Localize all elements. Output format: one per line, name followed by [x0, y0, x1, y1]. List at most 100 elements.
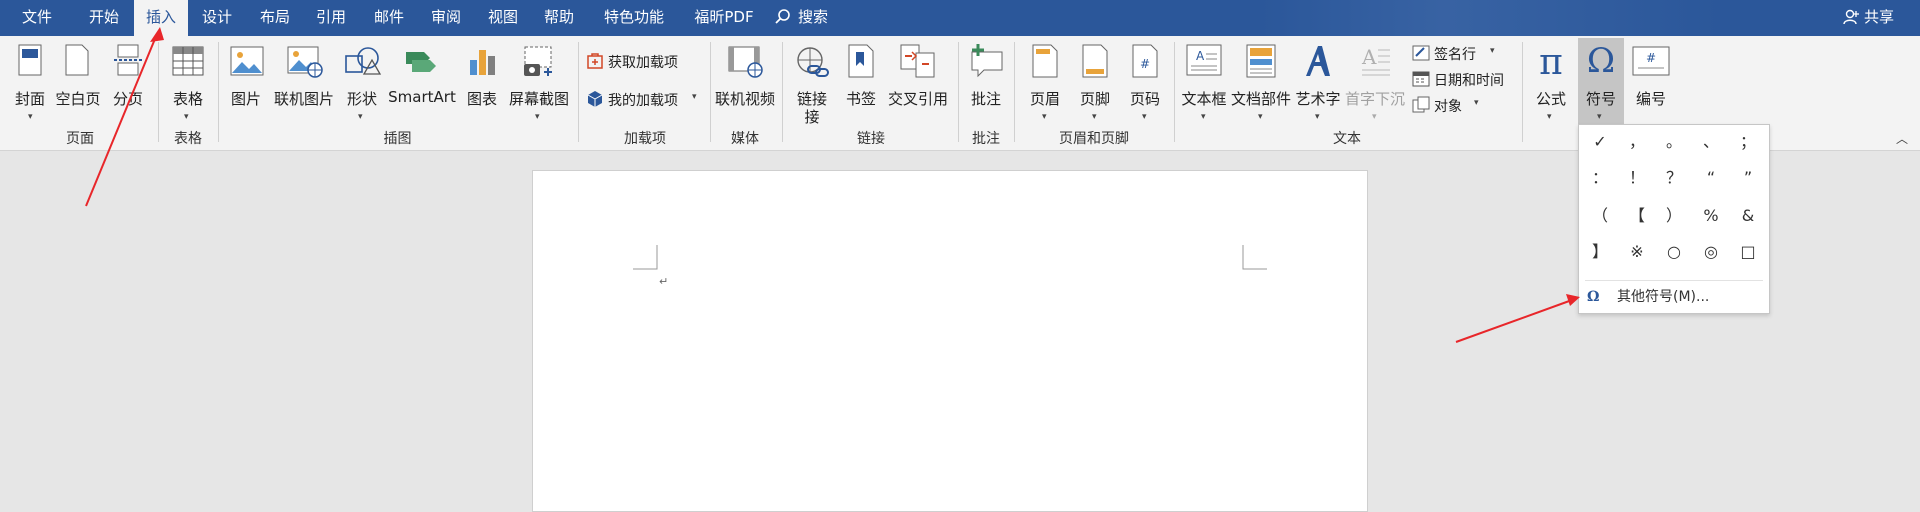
wordart-button[interactable]: 艺术字 ▾	[1294, 42, 1342, 122]
symbol-item[interactable]: ※	[1620, 237, 1654, 267]
symbol-item[interactable]: 【	[1620, 201, 1654, 231]
wordart-icon	[1306, 46, 1330, 76]
svg-text:π: π	[1539, 44, 1563, 78]
search-box[interactable]: 搜索	[770, 0, 870, 36]
symbol-item[interactable]: ✓	[1583, 127, 1617, 157]
quick-parts-button[interactable]: 文档部件 ▾	[1230, 42, 1292, 122]
footer-button[interactable]: 页脚 ▾	[1074, 42, 1116, 122]
page-break-icon	[114, 44, 142, 76]
symbol-item[interactable]: 】	[1583, 237, 1617, 267]
tab-review[interactable]: 审阅	[423, 0, 469, 36]
symbol-item[interactable]: ○	[1657, 237, 1691, 267]
online-video-icon	[728, 46, 763, 78]
margin-corner-top-right	[1242, 245, 1267, 270]
online-picture-button[interactable]: 联机图片	[272, 42, 336, 122]
tab-mailings[interactable]: 邮件	[366, 0, 412, 36]
symbol-item[interactable]: ！	[1620, 163, 1654, 193]
paragraph-mark: ↵	[659, 275, 669, 288]
symbol-item[interactable]: 。	[1657, 127, 1691, 157]
more-symbols-menu-item[interactable]: Ω 其他符号(M)...	[1585, 285, 1763, 309]
blank-page-label: 空白页	[55, 90, 101, 108]
tab-help[interactable]: 帮助	[536, 0, 582, 36]
svg-text:#: #	[1646, 51, 1656, 65]
cover-page-button[interactable]: 封面 ▾	[10, 42, 50, 122]
page-break-label: 分页	[112, 90, 143, 108]
tab-features[interactable]: 特色功能	[594, 0, 674, 36]
share-button[interactable]: 共享	[1836, 0, 1906, 36]
symbol-item[interactable]: ”	[1731, 163, 1765, 193]
smartart-button[interactable]: SmartArt	[386, 42, 458, 122]
chevron-down-icon: ▾	[1597, 112, 1602, 122]
search-label: 搜索	[798, 8, 829, 26]
group-divider	[578, 42, 579, 142]
symbol-button[interactable]: Ω 符号 ▾	[1578, 38, 1624, 126]
cross-reference-button[interactable]: 交叉引用	[884, 42, 952, 122]
symbol-item[interactable]: （	[1583, 201, 1617, 231]
group-divider	[218, 42, 219, 142]
page-number-label: 页码	[1129, 90, 1160, 108]
symbol-item[interactable]: ◎	[1694, 237, 1728, 267]
tab-design[interactable]: 设计	[194, 0, 240, 36]
screenshot-label: 屏幕截图	[508, 90, 569, 108]
chart-label: 图表	[466, 90, 497, 108]
table-button[interactable]: 表格 ▾	[166, 42, 210, 122]
group-divider	[1014, 42, 1015, 142]
symbol-item[interactable]: ：	[1583, 163, 1617, 193]
signature-line-button[interactable]: 签名行 ▾	[1412, 44, 1502, 64]
chart-button[interactable]: 图表	[462, 42, 502, 122]
tab-home[interactable]: 开始	[76, 0, 132, 36]
date-time-button[interactable]: 日期和时间	[1412, 70, 1516, 90]
drop-cap-icon: A	[1361, 45, 1390, 76]
document-page[interactable]: ↵	[532, 170, 1368, 512]
link-button[interactable]: 链接 接	[790, 42, 834, 128]
blank-page-button[interactable]: 空白页	[54, 42, 102, 122]
symbol-item[interactable]: ？	[1657, 163, 1691, 193]
online-video-label: 联机视频	[714, 90, 775, 108]
link-icon	[797, 47, 829, 77]
object-button[interactable]: 对象 ▾	[1412, 96, 1488, 116]
text-box-label: 文本框	[1181, 90, 1227, 108]
symbol-item[interactable]: &	[1731, 201, 1765, 231]
bookmark-button[interactable]: 书签	[840, 42, 882, 122]
store-icon	[587, 53, 603, 69]
page-number-button[interactable]: # 页码 ▾	[1124, 42, 1166, 122]
symbol-item[interactable]: %	[1694, 201, 1728, 231]
more-symbols-label: 其他符号(M)...	[1617, 289, 1710, 305]
cover-page-icon	[18, 44, 42, 76]
smartart-label: SmartArt	[388, 88, 456, 106]
online-video-button[interactable]: 联机视频	[714, 42, 776, 122]
tab-foxit-pdf[interactable]: 福昕PDF	[684, 0, 764, 36]
tab-view[interactable]: 视图	[480, 0, 526, 36]
symbol-item[interactable]: ；	[1731, 127, 1765, 157]
tab-insert[interactable]: 插入	[134, 0, 188, 36]
page-break-button[interactable]: 分页	[108, 42, 148, 122]
screenshot-button[interactable]: 屏幕截图 ▾	[506, 42, 572, 122]
collapse-ribbon-icon[interactable]: ︿	[1896, 130, 1908, 147]
equation-label: 公式	[1535, 90, 1566, 108]
symbol-item[interactable]: “	[1694, 163, 1728, 193]
svg-text:Ω: Ω	[1587, 42, 1615, 76]
symbol-item[interactable]: ）	[1657, 201, 1691, 231]
chevron-down-icon: ▾	[1474, 98, 1479, 108]
number-button[interactable]: # 编号	[1630, 42, 1672, 122]
symbol-item[interactable]: □	[1731, 237, 1765, 267]
bookmark-label: 书签	[845, 90, 876, 108]
svg-text:#: #	[1140, 57, 1150, 71]
tab-layout[interactable]: 布局	[252, 0, 298, 36]
group-label-media: 媒体	[731, 131, 759, 147]
tab-file[interactable]: 文件	[14, 0, 60, 36]
header-button[interactable]: 页眉 ▾	[1024, 42, 1066, 122]
picture-button[interactable]: 图片	[226, 42, 266, 122]
object-label: 对象	[1434, 99, 1462, 115]
group-label-header-footer: 页眉和页脚	[1059, 131, 1129, 147]
shapes-button[interactable]: 形状 ▾	[342, 42, 382, 122]
symbol-item[interactable]: ，	[1620, 127, 1654, 157]
text-box-button[interactable]: A 文本框 ▾	[1180, 42, 1228, 122]
tab-references[interactable]: 引用	[308, 0, 354, 36]
shapes-label: 形状	[346, 90, 377, 108]
equation-button[interactable]: π 公式 ▾	[1530, 42, 1572, 122]
comment-button[interactable]: 批注	[964, 42, 1008, 122]
cross-reference-label: 交叉引用	[887, 90, 948, 108]
drop-cap-button[interactable]: A 首字下沉 ▾	[1344, 42, 1406, 122]
symbol-item[interactable]: 、	[1694, 127, 1728, 157]
